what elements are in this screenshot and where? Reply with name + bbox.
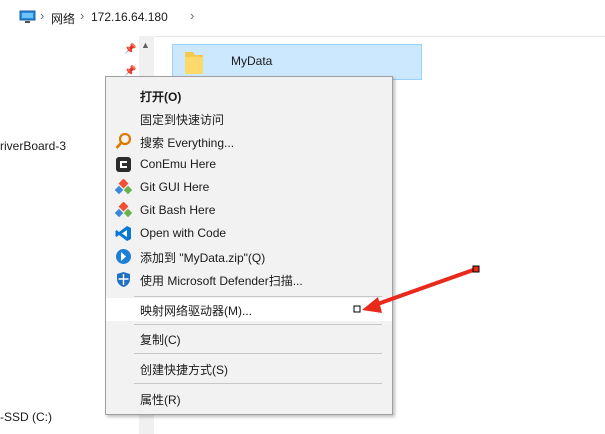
bandizip-icon [115, 248, 132, 265]
nav-item-riverboard[interactable]: riverBoard-3 [0, 139, 66, 153]
menu-item-map-network-drive[interactable]: 映射网络驱动器(M)... [106, 298, 392, 321]
breadcrumb-host[interactable]: 172.16.64.180 [91, 10, 168, 24]
address-bar[interactable]: › 网络 › 172.16.64.180 › [0, 0, 605, 37]
nav-item-ssd-c[interactable]: -SSD (C:) [0, 410, 52, 424]
breadcrumb-separator: › [40, 8, 45, 23]
git-gui-icon [114, 178, 133, 196]
menu-divider [134, 324, 382, 325]
menu-item-open[interactable]: 打开(O) [106, 84, 392, 107]
git-bash-icon [114, 201, 133, 219]
context-menu: 打开(O) 固定到快速访问 搜索 Everything... ConEmu He… [105, 76, 393, 415]
menu-item-copy[interactable]: 复制(C) [106, 327, 392, 350]
menu-item-git-gui[interactable]: Git GUI Here [106, 176, 392, 199]
breadcrumb-separator: › [190, 8, 195, 23]
menu-divider [134, 353, 382, 354]
menu-divider [134, 383, 382, 384]
defender-shield-icon [115, 271, 132, 288]
vscode-icon [115, 225, 132, 242]
menu-item-add-to-zip[interactable]: 添加到 "MyData.zip"(Q) [106, 245, 392, 268]
menu-item-properties[interactable]: 属性(R) [106, 387, 392, 410]
breadcrumb-separator: › [80, 8, 85, 23]
scroll-up-arrow-icon[interactable]: ▲ [141, 40, 150, 50]
menu-divider [134, 296, 382, 297]
this-pc-icon [19, 10, 36, 27]
menu-item-git-bash[interactable]: Git Bash Here [106, 199, 392, 222]
menu-item-conemu[interactable]: ConEmu Here [106, 153, 392, 176]
magnifier-icon [115, 132, 132, 150]
pin-icon[interactable]: 📌 [124, 44, 136, 55]
breadcrumb-network[interactable]: 网络 [51, 10, 75, 27]
menu-item-open-with-code[interactable]: Open with Code [106, 222, 392, 245]
folder-item-mydata[interactable]: MyData [172, 44, 422, 80]
folder-label: MyData [231, 54, 273, 68]
menu-item-defender-scan[interactable]: 使用 Microsoft Defender扫描... [106, 268, 392, 291]
annotation-handle-start[interactable] [472, 265, 480, 273]
menu-item-create-shortcut[interactable]: 创建快捷方式(S) [106, 357, 392, 380]
menu-item-pin-quick-access[interactable]: 固定到快速访问 [106, 107, 392, 130]
conemu-icon [115, 156, 132, 173]
menu-item-search-everything[interactable]: 搜索 Everything... [106, 130, 392, 153]
